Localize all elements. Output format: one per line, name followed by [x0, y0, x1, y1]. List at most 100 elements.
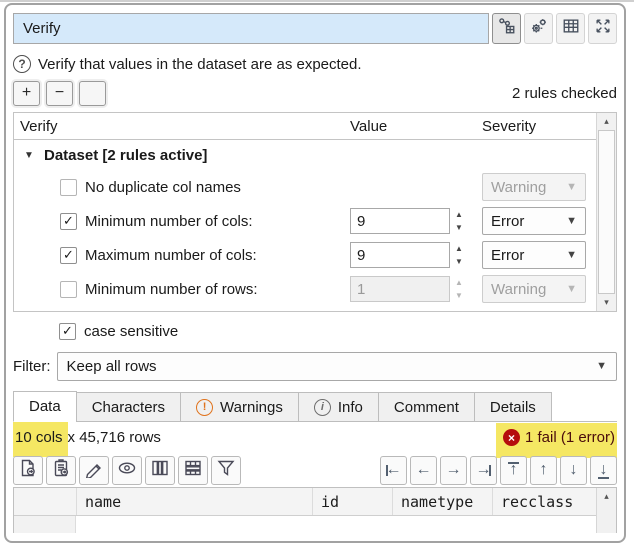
tab-info[interactable]: i Info	[298, 392, 379, 422]
severity-dropdown[interactable]: Error ▼	[482, 241, 586, 269]
info-icon: i	[314, 399, 331, 416]
severity-dropdown[interactable]: Error ▼	[482, 207, 586, 235]
rule-group-row: ▼ Dataset [2 rules active]	[14, 140, 596, 170]
check-icon: ✓	[62, 323, 73, 339]
select-rows-button[interactable]	[178, 456, 208, 485]
go-prev-row-button[interactable]: ↑	[530, 456, 557, 485]
help-icon: ?	[13, 55, 31, 73]
fail-text: 1 fail (1 error)	[525, 429, 615, 446]
go-next-row-button[interactable]: ↓	[560, 456, 587, 485]
pencil-icon	[84, 458, 104, 483]
scroll-up-button[interactable]: ▴	[597, 488, 616, 505]
column-header-recclass[interactable]: recclass	[492, 488, 596, 515]
rule-group-label: Dataset [2 rules active]	[44, 147, 207, 164]
error-cross-icon: ×	[503, 429, 520, 446]
rule-checkbox[interactable]	[60, 179, 77, 196]
rule-checkbox[interactable]: ✓	[60, 213, 77, 230]
rules-scrollbar[interactable]: ▴ ▾	[596, 113, 616, 311]
tab-characters[interactable]: Characters	[76, 392, 181, 422]
data-grid-header: name id nametype recclass	[14, 488, 596, 516]
go-last-col-button[interactable]: →	[470, 456, 497, 485]
copy-clipboard-button[interactable]	[46, 456, 76, 485]
spin-up-button[interactable]: ▲	[450, 276, 468, 289]
bottom-tabbar: Data Characters ! Warnings i Info Commen…	[13, 390, 617, 422]
rule-row-min-cols: ✓ Minimum number of cols: 9 ▲ ▼ Error ▼	[14, 204, 596, 238]
rule-row-no-duplicate-cols: No duplicate col names Warning ▼	[14, 170, 596, 204]
column-header-name[interactable]: name	[76, 488, 312, 515]
column-header-id[interactable]: id	[312, 488, 392, 515]
rule-row-min-rows: Minimum number of rows: 1 ▲ ▼ Warning ▼	[14, 272, 596, 306]
column-header-verify: Verify	[14, 118, 350, 135]
warning-icon: !	[196, 399, 213, 416]
node-table-icon	[498, 17, 516, 40]
scroll-up-button[interactable]: ▴	[597, 113, 616, 130]
go-prev-col-button[interactable]: ←	[410, 456, 437, 485]
value-spinner: ▲ ▼	[450, 208, 468, 234]
chevron-down-icon: ▼	[596, 360, 607, 372]
filter-dropdown[interactable]: Keep all rows ▼	[57, 352, 618, 381]
spin-down-button[interactable]: ▼	[450, 289, 468, 302]
rules-table: Verify Value Severity ▼ Dataset [2 rules…	[13, 112, 617, 312]
rule-checkbox[interactable]	[60, 281, 77, 298]
show-connections-button[interactable]	[492, 13, 521, 44]
go-first-row-button[interactable]: ↑	[500, 456, 527, 485]
filter-button[interactable]	[211, 456, 241, 485]
column-header-nametype[interactable]: nametype	[392, 488, 492, 515]
data-grid-scrollbar[interactable]: ▴	[596, 488, 616, 533]
tab-warnings[interactable]: ! Warnings	[180, 392, 299, 422]
export-file-button[interactable]	[13, 456, 43, 485]
columns-icon	[150, 458, 170, 483]
collapse-triangle-icon[interactable]: ▼	[24, 150, 36, 161]
gears-icon	[530, 17, 548, 40]
case-sensitive-label: case sensitive	[84, 323, 178, 340]
transform-name-input[interactable]: Verify	[13, 13, 489, 44]
spin-down-button[interactable]: ▼	[450, 255, 468, 268]
chevron-down-icon: ▼	[566, 249, 577, 261]
rule-checkbox[interactable]: ✓	[60, 247, 77, 264]
rules-table-header: Verify Value Severity	[14, 113, 596, 140]
case-sensitive-checkbox[interactable]: ✓	[59, 323, 76, 340]
select-columns-button[interactable]	[145, 456, 175, 485]
tab-data[interactable]: Data	[13, 391, 77, 422]
tab-details[interactable]: Details	[474, 392, 552, 422]
go-first-col-button[interactable]: ←	[380, 456, 407, 485]
tab-label: Data	[29, 398, 61, 415]
tab-comment[interactable]: Comment	[378, 392, 475, 422]
clear-rules-button[interactable]	[79, 81, 106, 106]
tab-label: Characters	[92, 399, 165, 416]
severity-value: Error	[491, 247, 524, 264]
go-last-row-button[interactable]: ↓	[590, 456, 617, 485]
scroll-down-button[interactable]: ▾	[597, 294, 616, 311]
spin-up-button[interactable]: ▲	[450, 242, 468, 255]
rule-label: Minimum number of cols:	[85, 213, 253, 230]
rule-value-input[interactable]: 9	[350, 208, 450, 234]
severity-dropdown[interactable]: Warning ▼	[482, 275, 586, 303]
severity-value: Warning	[491, 179, 546, 196]
preview-button[interactable]	[112, 456, 142, 485]
maximize-button[interactable]	[588, 13, 617, 44]
expand-icon	[594, 17, 612, 40]
navigation-buttons: ← ← → → ↑ ↑ ↓ ↓	[380, 456, 617, 485]
go-next-col-button[interactable]: →	[440, 456, 467, 485]
chevron-down-icon: ▼	[566, 215, 577, 227]
spin-down-button[interactable]: ▼	[450, 221, 468, 234]
rule-value-input[interactable]: 1	[350, 276, 450, 302]
arrow-left-icon: ←	[416, 461, 432, 479]
rule-label: Minimum number of rows:	[85, 281, 258, 298]
case-sensitive-row: ✓ case sensitive	[13, 319, 617, 343]
table-icon	[562, 17, 580, 40]
edit-button[interactable]	[79, 456, 109, 485]
scrollbar-thumb[interactable]	[598, 130, 615, 294]
settings-button[interactable]	[524, 13, 553, 44]
rule-value-input[interactable]: 9	[350, 242, 450, 268]
remove-rule-button[interactable]: −	[46, 81, 73, 106]
verify-panel-window: Verify ? Verify that values in the datas…	[4, 3, 626, 543]
data-grid: name id nametype recclass ▴	[13, 487, 617, 533]
filter-row: Filter: Keep all rows ▼	[13, 351, 617, 381]
severity-dropdown[interactable]: Warning ▼	[482, 173, 586, 201]
chevron-down-icon: ▼	[566, 283, 577, 295]
arrow-right-icon: →	[446, 461, 462, 479]
table-view-button[interactable]	[556, 13, 585, 44]
spin-up-button[interactable]: ▲	[450, 208, 468, 221]
add-rule-button[interactable]: +	[13, 81, 40, 106]
